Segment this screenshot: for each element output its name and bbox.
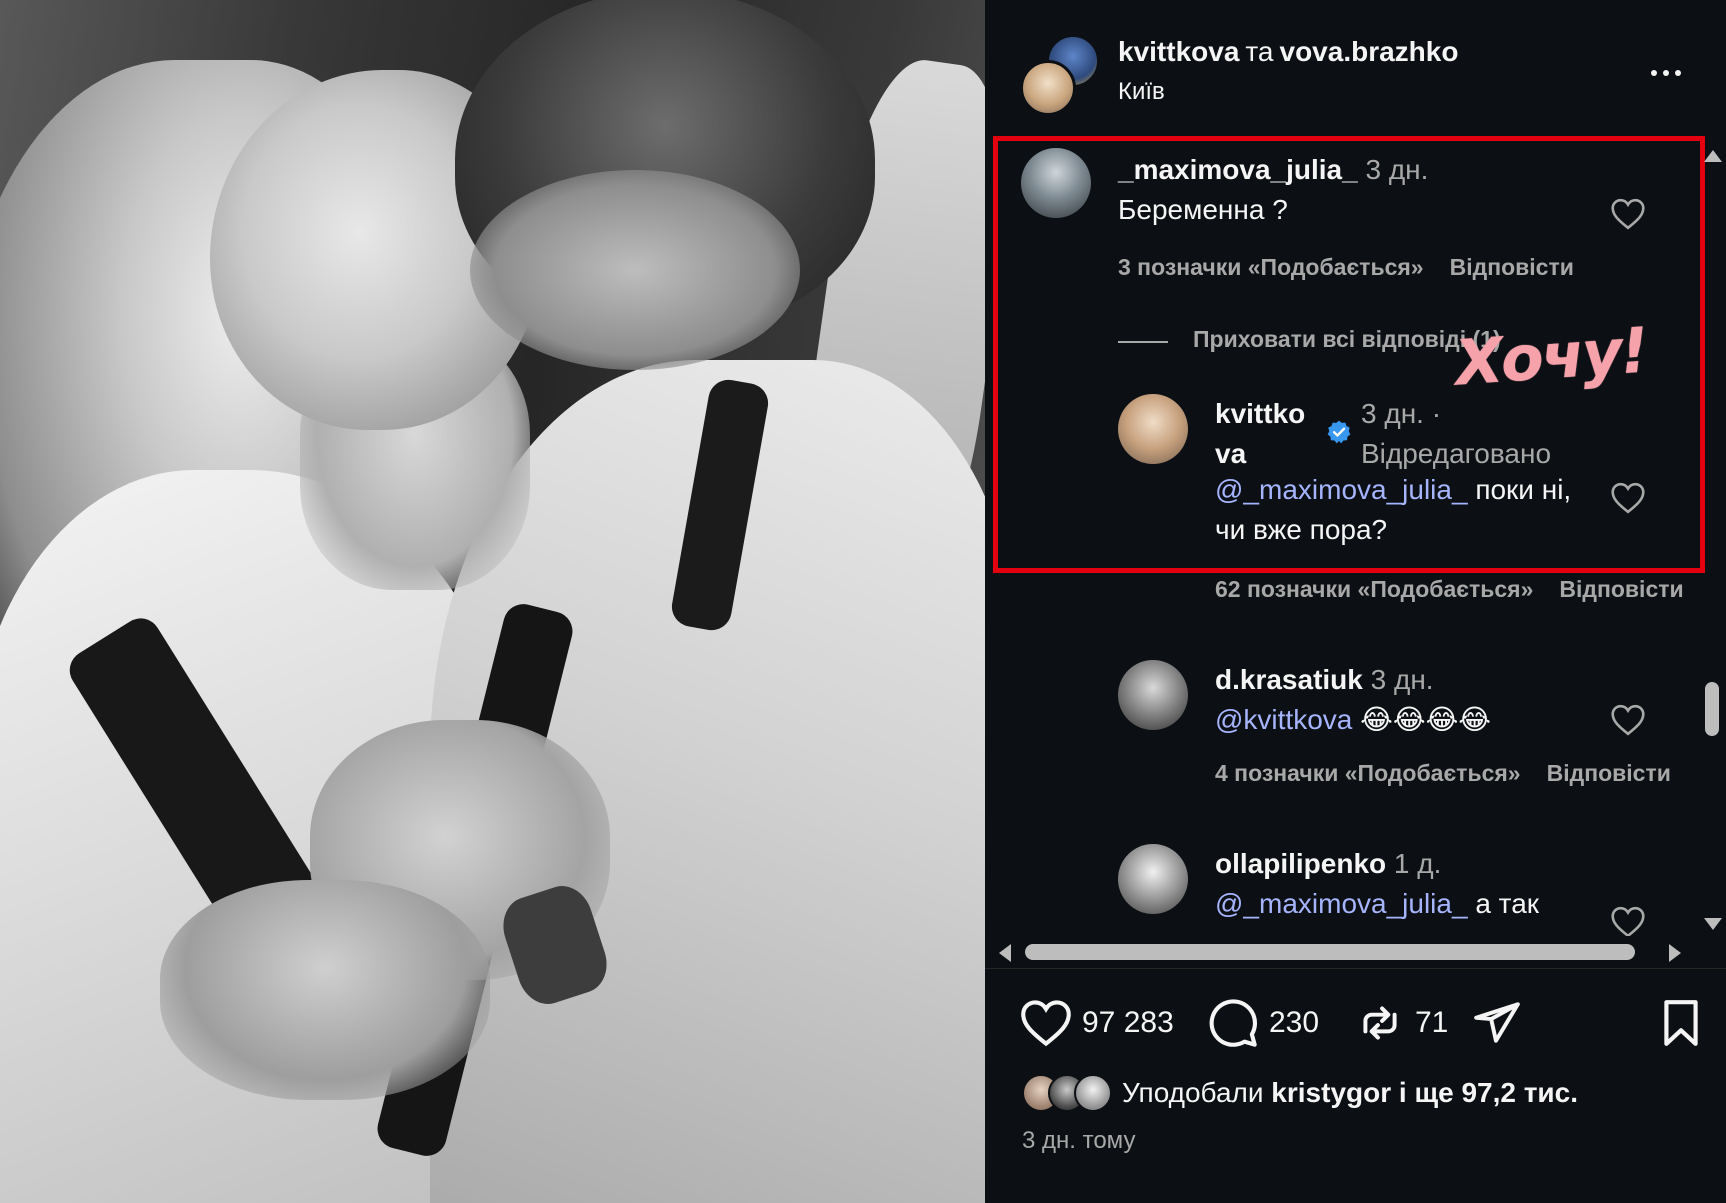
comment-likes[interactable]: 3 позначки «Подобається» (1118, 254, 1424, 280)
post-time[interactable]: 3 дн. тому (1022, 1127, 1135, 1155)
heart-icon[interactable] (1610, 704, 1646, 736)
photo-man-face (470, 170, 800, 370)
reply-username-wrap: va (1215, 434, 1246, 474)
comment-text: @_maximova_julia_ а так (1215, 884, 1539, 924)
comments-list[interactable]: _maximova_julia_ 3 дн. Беременна ? 3 поз… (985, 136, 1697, 936)
liked-by-others[interactable]: і ще 97,2 тис. (1399, 1077, 1578, 1108)
share-button[interactable] (1472, 995, 1522, 1051)
comment-username[interactable]: kvittko (1215, 398, 1305, 429)
avatar[interactable] (1118, 660, 1188, 730)
save-button[interactable] (1658, 995, 1704, 1051)
comment-time[interactable]: 3 дн. (1371, 664, 1434, 695)
replies-divider (1118, 341, 1168, 343)
post-authors: kvittkova та vova.brazhko (1118, 36, 1458, 68)
repost-count[interactable]: 71 (1415, 1006, 1448, 1040)
avatar[interactable] (1020, 60, 1076, 116)
authors-joiner: та (1245, 36, 1274, 67)
more-icon[interactable] (1641, 58, 1691, 88)
collab-avatars[interactable] (1020, 34, 1100, 116)
comment-time[interactable]: 3 дн. (1365, 154, 1428, 185)
reply-username: kvittko (1215, 394, 1305, 434)
comment-text: чи вже пора? (1215, 514, 1388, 545)
comment-username[interactable]: ollapilipenko (1215, 848, 1386, 879)
post-photo[interactable] (0, 0, 985, 1203)
horizontal-scrollbar[interactable] (995, 938, 1685, 966)
edited-label: Відредаговано (1361, 438, 1552, 469)
comment-emojis: 😂😂😂😂 (1360, 704, 1492, 735)
comment-text-part: а так (1467, 888, 1540, 919)
comment-username[interactable]: _maximova_julia_ (1118, 154, 1358, 185)
comment-text: Беременна ? (1118, 194, 1288, 225)
author-link[interactable]: kvittkova (1118, 36, 1239, 67)
comment-icon[interactable] (1207, 997, 1259, 1049)
mention-link[interactable]: @_maximova_julia_ (1215, 888, 1468, 919)
share-icon[interactable] (1472, 998, 1522, 1048)
post-header: kvittkova та vova.brazhko Київ (985, 30, 1726, 120)
photo-hand (160, 880, 490, 1100)
avatar[interactable] (1118, 394, 1188, 464)
heart-icon[interactable] (1610, 482, 1646, 514)
reply-button[interactable]: Відповісти (1450, 254, 1574, 280)
comment-header: _maximova_julia_ 3 дн. (1118, 150, 1428, 190)
comment-text: @_maximova_julia_ поки ні, (1215, 470, 1571, 510)
comment-header: ollapilipenko 1 д. (1215, 844, 1441, 884)
repost-button[interactable]: 71 (1355, 995, 1448, 1051)
verified-icon (1320, 419, 1352, 445)
comment-likes[interactable]: 62 позначки «Подобається» (1215, 576, 1533, 602)
heart-icon[interactable] (1610, 198, 1646, 230)
avatar[interactable] (1118, 844, 1188, 914)
scroll-down-icon[interactable] (1704, 918, 1722, 930)
comment-header: d.krasatiuk 3 дн. (1215, 660, 1434, 700)
like-button[interactable]: 97 283 (1020, 995, 1174, 1051)
comment-meta: 62 позначки «Подобається» Відповісти (1215, 576, 1684, 603)
location-link[interactable]: Київ (1118, 78, 1165, 106)
scroll-up-icon[interactable] (1704, 150, 1722, 162)
heart-icon[interactable] (1610, 906, 1646, 936)
comment-meta: 3 позначки «Подобається» Відповісти (1118, 254, 1574, 281)
comment-likes[interactable]: 4 позначки «Подобається» (1215, 760, 1521, 786)
scrollbar-thumb[interactable] (1705, 682, 1719, 736)
comment-username[interactable]: d.krasatiuk (1215, 664, 1363, 695)
bookmark-icon[interactable] (1658, 998, 1704, 1048)
heart-icon[interactable] (1020, 999, 1072, 1047)
liked-by-text: Уподобали kristygor і ще 97,2 тис. (1122, 1077, 1578, 1109)
reply-button[interactable]: Відповісти (1559, 576, 1683, 602)
comment-text: @kvittkova 😂😂😂😂 (1215, 700, 1491, 740)
mention-link[interactable]: @kvittkova (1215, 704, 1352, 735)
comment-time[interactable]: 1 д. (1394, 848, 1441, 879)
comment-button[interactable]: 230 (1207, 995, 1319, 1051)
scroll-left-icon[interactable] (999, 944, 1011, 962)
scroll-right-icon[interactable] (1669, 944, 1681, 962)
author-link[interactable]: vova.brazhko (1280, 36, 1459, 67)
liked-by-user[interactable]: kristygor (1271, 1077, 1391, 1108)
avatar[interactable] (1021, 148, 1091, 218)
comment-meta: 4 позначки «Подобається» Відповісти (1215, 760, 1671, 787)
liked-by-prefix: Уподобали (1122, 1077, 1264, 1108)
like-count[interactable]: 97 283 (1082, 1006, 1174, 1040)
sticker-text: Хочу! (1452, 313, 1649, 400)
avatar[interactable] (1074, 1074, 1112, 1112)
divider (985, 968, 1726, 969)
action-bar: 97 283 230 71 (1020, 995, 1710, 1055)
comment-time[interactable]: 3 дн. · (1361, 394, 1441, 434)
liked-by: Уподобали kristygor і ще 97,2 тис. (1022, 1073, 1578, 1113)
mention-link[interactable]: @_maximova_julia_ (1215, 474, 1468, 505)
reply-button[interactable]: Відповісти (1547, 760, 1671, 786)
comment-text-part: поки ні, (1467, 474, 1572, 505)
comment-count[interactable]: 230 (1269, 1006, 1319, 1040)
repost-icon[interactable] (1355, 998, 1405, 1048)
vertical-scrollbar[interactable] (1696, 150, 1726, 930)
scrollbar-thumb[interactable] (1025, 944, 1635, 960)
comment-username[interactable]: va (1215, 438, 1246, 469)
